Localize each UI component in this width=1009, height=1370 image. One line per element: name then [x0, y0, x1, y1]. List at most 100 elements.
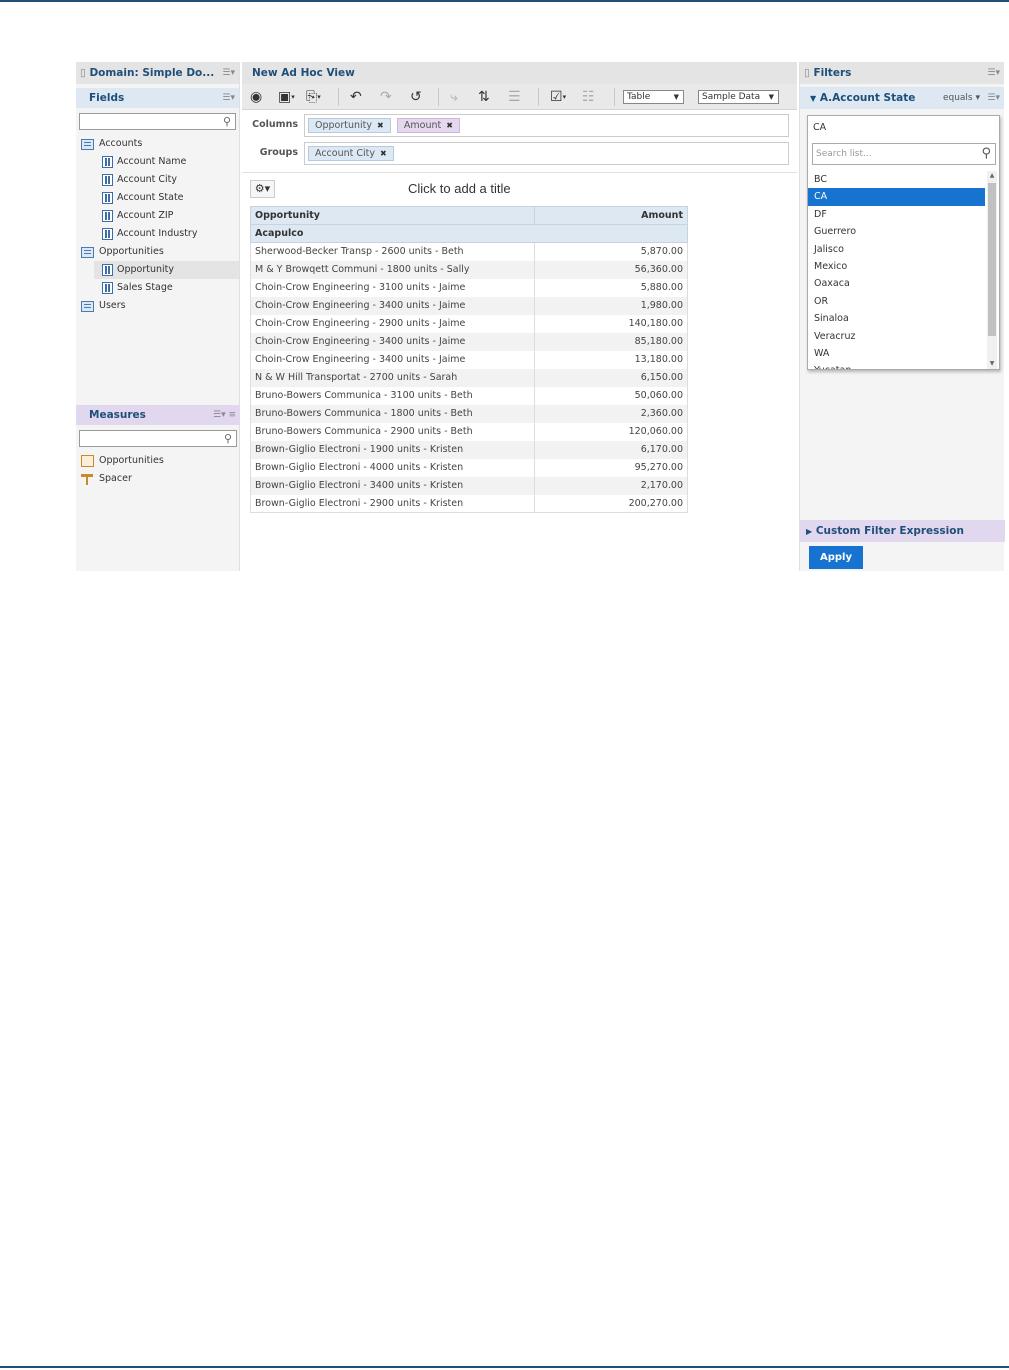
- remove-icon[interactable]: ✖: [380, 149, 387, 158]
- column-header-amount[interactable]: Amount: [534, 206, 688, 225]
- tree-field-sales-stage[interactable]: Sales Stage: [76, 279, 239, 297]
- remove-icon[interactable]: ✖: [377, 121, 384, 130]
- fields-search-input[interactable]: ⚲: [79, 113, 236, 130]
- redo-icon[interactable]: ↷: [380, 88, 392, 106]
- list-scrollbar[interactable]: ▲ ▼: [987, 171, 997, 369]
- tree-field-account-industry[interactable]: Account Industry: [76, 225, 239, 243]
- opportunity-cell: Brown-Giglio Electroni - 2900 units - Kr…: [250, 494, 535, 513]
- groups-drop-zone[interactable]: Account City ✖: [304, 142, 789, 165]
- amount-cell: 2,170.00: [534, 476, 688, 495]
- filter-option[interactable]: CA: [808, 188, 985, 206]
- save-icon[interactable]: ▣▾: [278, 88, 295, 106]
- amount-cell: 56,360.00: [534, 260, 688, 279]
- tree-field-account-zip[interactable]: Account ZIP: [76, 207, 239, 225]
- columns-drop-zone[interactable]: Opportunity ✖ Amount ✖: [304, 114, 789, 137]
- undo-icon[interactable]: ↶: [350, 88, 362, 106]
- filters-header[interactable]: ▯ Filters ☰▾: [800, 62, 1004, 84]
- undo-all-icon[interactable]: ↺: [410, 88, 422, 106]
- panel-menu-icon[interactable]: ☰▾: [222, 62, 235, 84]
- tree-field-opportunity[interactable]: Opportunity: [94, 261, 239, 279]
- pivot-icon[interactable]: ⤷: [450, 88, 458, 106]
- tree-folder-label: Accounts: [99, 138, 143, 149]
- table-row: Choin-Crow Engineering - 2900 units - Ja…: [250, 314, 688, 333]
- toolbar-separator: [538, 88, 539, 106]
- scroll-down-icon[interactable]: ▼: [987, 359, 997, 369]
- view-type-select[interactable]: Table ▼: [623, 90, 684, 104]
- filters-menu-icon[interactable]: ☰▾: [987, 62, 1000, 84]
- data-source-panel: ▯ Domain: Simple Do... ☰▾ Fields ☰▾ ⚲ Ac…: [76, 62, 240, 571]
- column-pill-opportunity[interactable]: Opportunity ✖: [308, 118, 391, 133]
- tree-field-account-name[interactable]: Account Name: [76, 153, 239, 171]
- table-row: Brown-Giglio Electroni - 1900 units - Kr…: [250, 440, 688, 459]
- filter-option[interactable]: Oaxaca: [808, 275, 985, 292]
- filter-option[interactable]: BC: [808, 171, 985, 188]
- domain-header[interactable]: ▯ Domain: Simple Do... ☰▾: [76, 62, 239, 84]
- search-icon[interactable]: ⚲: [224, 432, 232, 445]
- filter-option[interactable]: DF: [808, 206, 985, 223]
- chevron-down-icon: ▼: [673, 93, 679, 101]
- preview-eye-icon[interactable]: ◉: [250, 88, 262, 106]
- filter-option[interactable]: Jalisco: [808, 241, 985, 258]
- tree-field-account-city[interactable]: Account City: [76, 171, 239, 189]
- expand-triangle-icon: ▶: [806, 527, 813, 536]
- chevron-down-icon: ▼: [768, 93, 774, 101]
- filter-option[interactable]: Mexico: [808, 258, 985, 275]
- options-checkbox-icon[interactable]: ☑▾: [550, 88, 566, 106]
- expand-triangle-icon[interactable]: ▼: [810, 94, 816, 103]
- filter-option[interactable]: Sinaloa: [808, 310, 985, 327]
- filter-operator-select[interactable]: equals ▾: [943, 87, 980, 109]
- fields-header[interactable]: Fields ☰▾: [76, 88, 239, 108]
- measures-search-input[interactable]: ⚲: [79, 430, 237, 447]
- tree-folder-opportunities[interactable]: Opportunities: [76, 243, 239, 261]
- fields-menu-icon[interactable]: ☰▾: [222, 88, 235, 108]
- opportunity-cell: Brown-Giglio Electroni - 4000 units - Kr…: [250, 458, 535, 477]
- scrollbar-thumb[interactable]: [988, 183, 996, 336]
- input-controls-icon[interactable]: ☷: [582, 88, 595, 106]
- data-mode-select[interactable]: Sample Data ▼: [698, 90, 779, 104]
- filter-option[interactable]: Guerrero: [808, 223, 985, 240]
- tree-folder-accounts[interactable]: Accounts: [76, 135, 239, 153]
- measure-label: Spacer: [99, 473, 132, 484]
- filter-option[interactable]: Veracruz: [808, 328, 985, 345]
- data-mode-value: Sample Data: [702, 92, 761, 102]
- tree-field-account-state[interactable]: Account State: [76, 189, 239, 207]
- group-label: Acapulco: [250, 224, 688, 243]
- layout-icon[interactable]: ☰: [508, 88, 521, 106]
- group-pill-account-city[interactable]: Account City ✖: [308, 146, 394, 161]
- groups-row: Groups Account City ✖: [242, 140, 797, 168]
- report-title-placeholder[interactable]: Click to add a title: [408, 181, 511, 196]
- amount-cell: 13,180.00: [534, 350, 688, 369]
- scroll-up-icon[interactable]: ▲: [987, 171, 997, 181]
- toolbar-separator: [438, 88, 439, 106]
- measures-menu-icon[interactable]: ☰▾ ≡: [213, 405, 236, 425]
- filter-option[interactable]: OR: [808, 293, 985, 310]
- tree-folder-users[interactable]: Users: [76, 297, 239, 315]
- filter-menu-icon[interactable]: ☰▾: [987, 87, 1000, 109]
- filter-option[interactable]: WA: [808, 345, 985, 362]
- remove-icon[interactable]: ✖: [446, 121, 453, 130]
- export-icon[interactable]: ⎘▾: [306, 88, 321, 106]
- filter-option[interactable]: Yucatan: [808, 362, 985, 369]
- measure-folder-opportunities[interactable]: Opportunities: [76, 452, 240, 470]
- opportunity-cell: N & W Hill Transportat - 2700 units - Sa…: [250, 368, 535, 387]
- column-header-opportunity[interactable]: Opportunity: [250, 206, 535, 225]
- amount-cell: 200,270.00: [534, 494, 688, 513]
- apply-button[interactable]: Apply: [809, 546, 863, 569]
- tree-folder-label: Opportunities: [99, 246, 164, 257]
- tree-field-label: Account Industry: [117, 228, 198, 239]
- search-icon[interactable]: ⚲: [223, 115, 231, 128]
- report-canvas: ⚙▾ Click to add a title Opportunity Amou…: [242, 172, 797, 571]
- field-icon: [102, 156, 113, 168]
- measure-spacer[interactable]: Spacer: [76, 470, 240, 488]
- measures-header[interactable]: Measures ☰▾ ≡: [76, 405, 240, 425]
- filter-search-input[interactable]: Search list... ⚲: [812, 143, 996, 165]
- filter-account-state-header[interactable]: ▼ A.Account State equals ▾ ☰▾: [800, 87, 1004, 109]
- filter-value-dropdown[interactable]: CA Search list... ⚲ BC CA DF Guerrero Jalisc…: [807, 115, 1000, 370]
- amount-cell: 120,060.00: [534, 422, 688, 441]
- column-pill-amount[interactable]: Amount ✖: [396, 118, 460, 133]
- opportunity-cell: Choin-Crow Engineering - 2900 units - Ja…: [250, 314, 535, 333]
- search-icon[interactable]: ⚲: [981, 146, 991, 161]
- gear-icon[interactable]: ⚙▾: [250, 180, 275, 198]
- sort-icon[interactable]: ⇅: [478, 88, 490, 106]
- custom-filter-expression-toggle[interactable]: ▶ Custom Filter Expression: [800, 520, 1005, 542]
